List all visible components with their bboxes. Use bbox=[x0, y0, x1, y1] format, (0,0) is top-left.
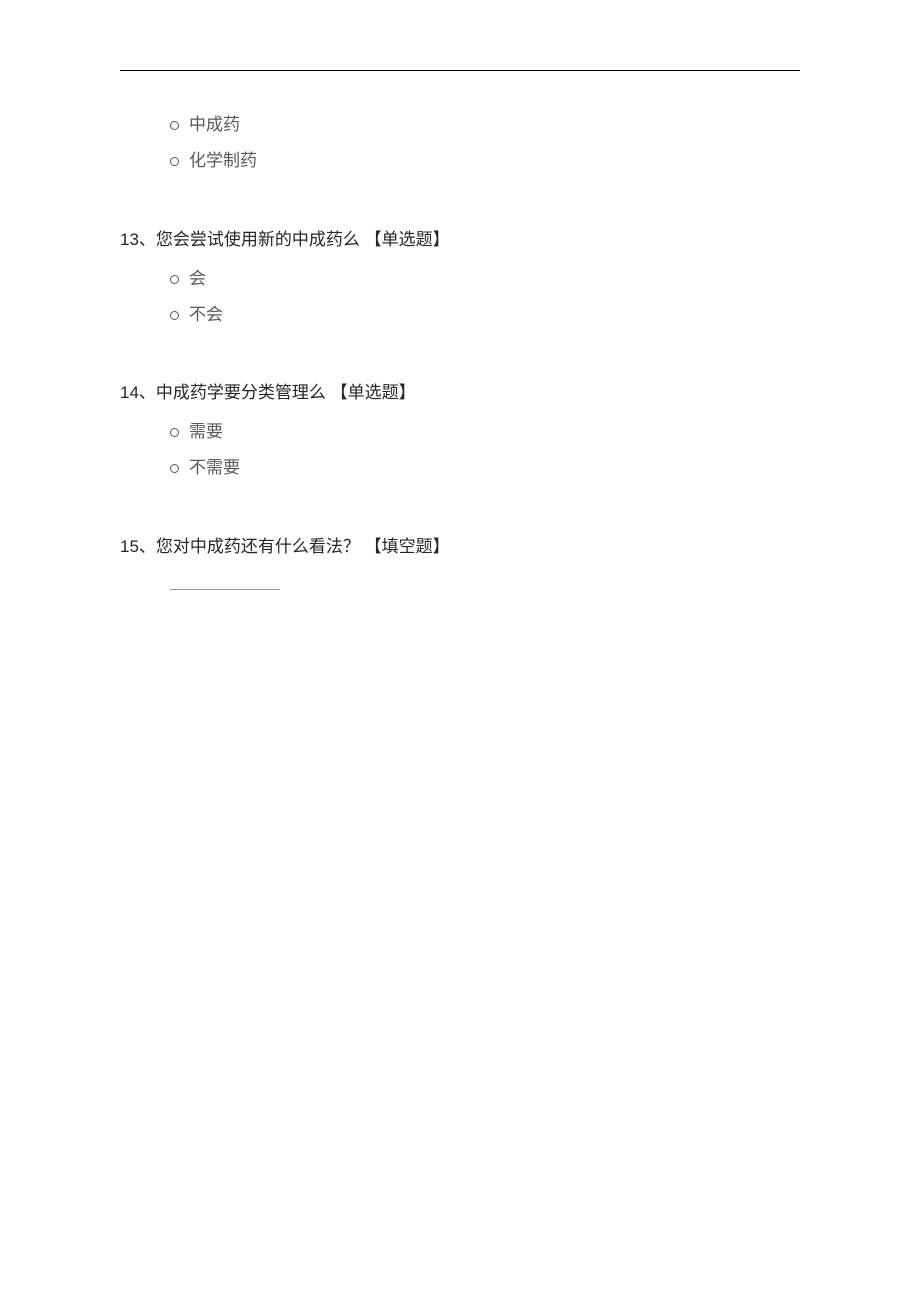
option-label: 不会 bbox=[189, 301, 223, 330]
question-number: 15、 bbox=[120, 537, 156, 556]
question-title: 14、中成药学要分类管理么 【单选题】 bbox=[120, 379, 800, 408]
page-container: 中成药 化学制药 13、您会尝试使用新的中成药么 【单选题】 会 不会 14、中… bbox=[0, 0, 920, 590]
question-number: 13、 bbox=[120, 230, 156, 249]
option-item[interactable]: 需要 bbox=[170, 418, 800, 447]
initial-options-group: 中成药 化学制药 bbox=[120, 111, 800, 176]
question-number: 14、 bbox=[120, 383, 156, 402]
radio-ring-icon bbox=[170, 275, 179, 284]
question-title: 13、您会尝试使用新的中成药么 【单选题】 bbox=[120, 226, 800, 255]
radio-ring-icon bbox=[170, 121, 179, 130]
option-label: 需要 bbox=[189, 418, 223, 447]
question-type: 【单选题】 bbox=[331, 383, 416, 402]
question-text: 中成药学要分类管理么 bbox=[156, 383, 331, 402]
radio-ring-icon bbox=[170, 157, 179, 166]
question-text: 您对中成药还有什么看法？ bbox=[156, 537, 365, 556]
option-item[interactable]: 不会 bbox=[170, 301, 800, 330]
question-block-14: 14、中成药学要分类管理么 【单选题】 需要 不需要 bbox=[120, 379, 800, 483]
question-title: 15、您对中成药还有什么看法？ 【填空题】 bbox=[120, 533, 800, 562]
option-item[interactable]: 会 bbox=[170, 265, 800, 294]
question-block-13: 13、您会尝试使用新的中成药么 【单选题】 会 不会 bbox=[120, 226, 800, 330]
question-type: 【单选题】 bbox=[365, 230, 450, 249]
fill-blank-input[interactable] bbox=[170, 572, 280, 590]
option-label: 中成药 bbox=[189, 111, 240, 140]
option-item[interactable]: 不需要 bbox=[170, 454, 800, 483]
option-label: 会 bbox=[189, 265, 206, 294]
option-item[interactable]: 化学制药 bbox=[170, 147, 800, 176]
option-label: 不需要 bbox=[189, 454, 240, 483]
option-item[interactable]: 中成药 bbox=[170, 111, 800, 140]
question-type: 【填空题】 bbox=[365, 537, 450, 556]
top-rule bbox=[120, 70, 800, 71]
radio-ring-icon bbox=[170, 428, 179, 437]
radio-ring-icon bbox=[170, 311, 179, 320]
option-label: 化学制药 bbox=[189, 147, 257, 176]
radio-ring-icon bbox=[170, 464, 179, 473]
question-text: 您会尝试使用新的中成药么 bbox=[156, 230, 365, 249]
question-block-15: 15、您对中成药还有什么看法？ 【填空题】 bbox=[120, 533, 800, 590]
